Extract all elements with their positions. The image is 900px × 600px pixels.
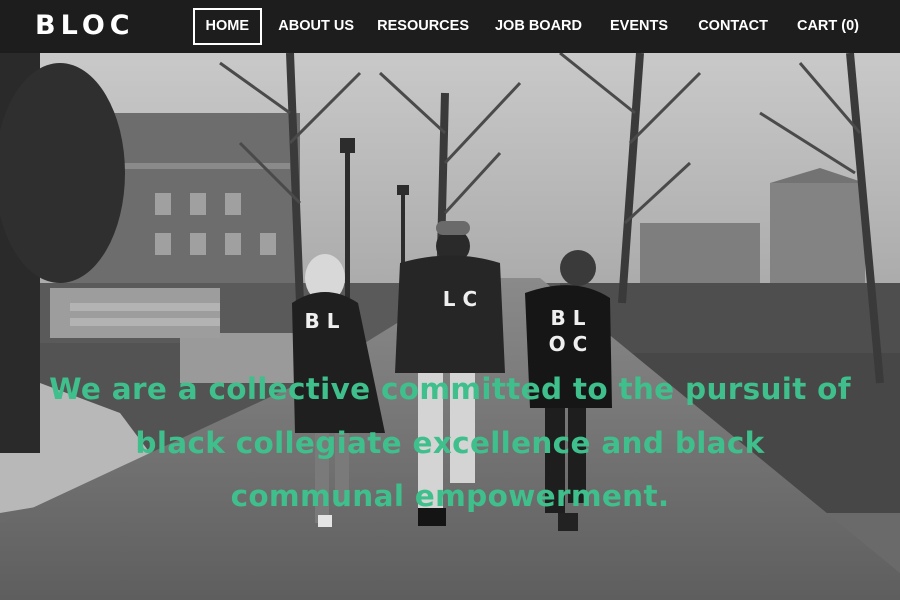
tagline-line: black collegiate excellence and black (135, 425, 765, 460)
nav-home[interactable]: HOME (192, 8, 262, 45)
tagline-line: We are a collective committed to the pur… (49, 372, 851, 406)
tagline-line: communal empowerment. (230, 479, 670, 513)
nav-about-us[interactable]: ABOUT US (278, 8, 354, 45)
shirt-letters-right-top: B L (551, 306, 586, 330)
shirt-letters-left: B L (305, 309, 340, 333)
shirt-letters-right-bottom: O C (549, 332, 588, 356)
nav-resources[interactable]: RESOURCES (377, 8, 469, 45)
nav-contact[interactable]: CONTACT (698, 8, 768, 45)
site-logo[interactable]: BLOC (35, 10, 135, 42)
site-header: BLOC HOME ABOUT US RESOURCES JOB BOARD E… (0, 0, 900, 53)
nav-cart[interactable]: CART (0) (797, 8, 859, 45)
hero-tagline: We are a collective committed to the pur… (0, 363, 900, 524)
nav-job-board[interactable]: JOB BOARD (495, 8, 582, 45)
hero-section: B L L C B L O C We are a collective comm… (0, 53, 900, 600)
shirt-letters-center: L C (443, 287, 477, 311)
nav-events[interactable]: EVENTS (610, 8, 668, 45)
